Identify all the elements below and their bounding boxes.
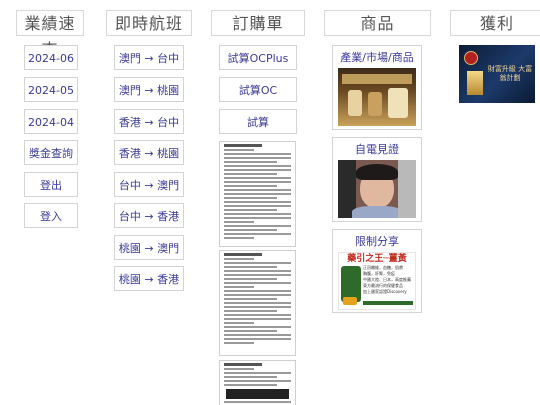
performance-2024-04-button[interactable]: 2024-04 [24, 109, 78, 134]
performance-column: 業績速查 [16, 10, 84, 59]
profit-header: 獲利 [450, 10, 540, 36]
flight-rmq-mfm-button[interactable]: 台中 → 澳門 [114, 172, 184, 197]
banner-gold-bars-icon [467, 71, 483, 95]
flight-hkg-tpe-button[interactable]: 香港 → 桃園 [114, 140, 184, 165]
limited-share-link[interactable]: 限制分享 [333, 235, 421, 249]
orders-header: 訂購單 [211, 10, 305, 36]
orders-column: 訂購單 [211, 10, 305, 36]
testimonial-link[interactable]: 自電見證 [333, 143, 421, 157]
flight-mfm-rmq-button[interactable]: 澳門 → 台中 [114, 45, 184, 70]
performance-header: 業績速查 [16, 10, 84, 59]
wealth-upgrade-banner[interactable]: 財富升級 大富翁計劃 [459, 45, 535, 103]
promo-line-5: 加上國家認證Discovery [363, 289, 407, 294]
product-image [338, 68, 416, 126]
bonus-query-button[interactable]: 獎金查詢 [24, 140, 78, 165]
flights-header: 即時航班 [106, 10, 192, 36]
banner-text: 財富升級 大富翁計劃 [487, 65, 533, 82]
industry-market-product-link[interactable]: 產業/市場/商品 [333, 51, 421, 65]
calc-ocplus-button[interactable]: 試算OCPlus [219, 45, 297, 70]
performance-2024-06-button[interactable]: 2024-06 [24, 45, 78, 70]
calc-button[interactable]: 試算 [219, 109, 297, 134]
industry-market-product-card[interactable]: 產業/市場/商品 [332, 45, 422, 130]
turmeric-promo-heading: 藥引之王─薑黃 [347, 254, 407, 264]
products-header: 商品 [324, 10, 431, 36]
calc-oc-button[interactable]: 試算OC [219, 77, 297, 102]
order-form-thumbnail-2[interactable] [219, 250, 296, 356]
flight-hkg-rmq-button[interactable]: 香港 → 台中 [114, 109, 184, 134]
flight-tpe-hkg-button[interactable]: 桃園 → 香港 [114, 266, 184, 291]
profit-column: 獲利 [450, 10, 540, 36]
performance-2024-05-button[interactable]: 2024-05 [24, 77, 78, 102]
logout-button[interactable]: 登出 [24, 172, 78, 197]
flights-column: 即時航班 [106, 10, 192, 36]
flight-tpe-mfm-button[interactable]: 桃園 → 澳門 [114, 235, 184, 260]
turmeric-promo-image: 藥引之王─薑黃 正冠纖維，血糖，肌膚 胸腹，肝腎，免疫 中國大陸、日本，高度推薦… [338, 252, 416, 310]
flight-mfm-tpe-button[interactable]: 澳門 → 桃園 [114, 77, 184, 102]
testimonial-photo [338, 160, 416, 218]
order-form-thumbnail-3[interactable] [219, 360, 296, 405]
banner-badge-icon [464, 51, 478, 65]
limited-share-card[interactable]: 限制分享 藥引之王─薑黃 正冠纖維，血糖，肌膚 胸腹，肝腎，免疫 中國大陸、日本… [332, 229, 422, 313]
order-form-thumbnail-1[interactable] [219, 141, 296, 247]
testimonial-card[interactable]: 自電見證 [332, 137, 422, 222]
login-button[interactable]: 登入 [24, 203, 78, 228]
flight-rmq-hkg-button[interactable]: 台中 → 香港 [114, 203, 184, 228]
products-column: 商品 [324, 10, 431, 36]
